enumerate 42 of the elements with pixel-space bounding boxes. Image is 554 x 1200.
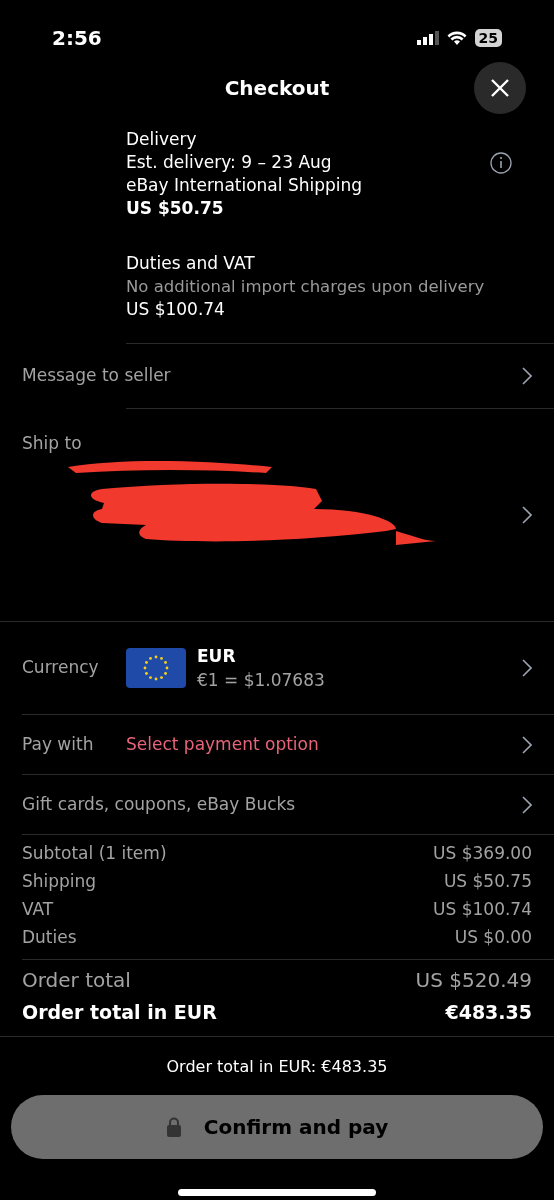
summary-value: US $0.00 — [454, 926, 532, 949]
chevron-right-icon — [522, 735, 532, 754]
delivery-price: US $50.75 — [126, 197, 225, 220]
close-button[interactable] — [474, 62, 526, 114]
total-label: Order total — [22, 967, 131, 994]
shipping-service: eBay International Shipping — [126, 174, 364, 197]
close-icon — [490, 78, 510, 98]
wifi-icon — [446, 30, 467, 46]
info-icon — [490, 152, 512, 174]
page-title: Checkout — [224, 75, 330, 102]
exchange-rate: €1 = $1.07683 — [197, 669, 326, 692]
delivery-estimate: Est. delivery: 9 – 23 Aug — [126, 151, 333, 174]
lock-icon — [165, 1117, 182, 1137]
total-value: US $520.49 — [415, 967, 532, 994]
total-value: €483.35 — [445, 1000, 532, 1025]
ship-to-label: Ship to — [22, 432, 82, 455]
duties-price: US $100.74 — [126, 298, 226, 321]
duties-heading: Duties and VAT — [126, 252, 256, 275]
status-time: 2:56 — [52, 25, 102, 52]
summary-value: US $50.75 — [443, 870, 532, 893]
eu-flag-icon — [126, 648, 186, 688]
duties-note: No additional import charges upon delivery — [126, 276, 486, 298]
order-total-note: Order total in EUR: €483.35 — [166, 1056, 388, 1078]
chevron-right-icon — [522, 506, 532, 524]
total-label: Order total in EUR — [22, 1000, 217, 1025]
summary-label: Shipping — [22, 870, 97, 893]
gift-cards-row[interactable]: Gift cards, coupons, eBay Bucks — [0, 775, 554, 834]
summary-label: VAT — [22, 898, 54, 921]
summary-label: Subtotal (1 item) — [22, 842, 167, 865]
message-to-seller-row[interactable]: Message to seller — [0, 344, 554, 408]
summary-label: Duties — [22, 926, 77, 949]
summary-value: US $369.00 — [433, 842, 532, 865]
signal-icon — [416, 31, 439, 45]
chevron-right-icon — [522, 659, 532, 677]
battery-indicator: 25 — [474, 29, 502, 47]
currency-label: Currency — [22, 656, 100, 680]
chevron-right-icon — [522, 795, 532, 814]
summary-value: US $100.74 — [433, 898, 532, 921]
pay-with-row[interactable]: Pay with Select payment option — [0, 715, 554, 774]
chevron-right-icon — [522, 367, 532, 385]
delivery-heading: Delivery — [126, 128, 198, 151]
currency-code: EUR — [197, 645, 237, 668]
